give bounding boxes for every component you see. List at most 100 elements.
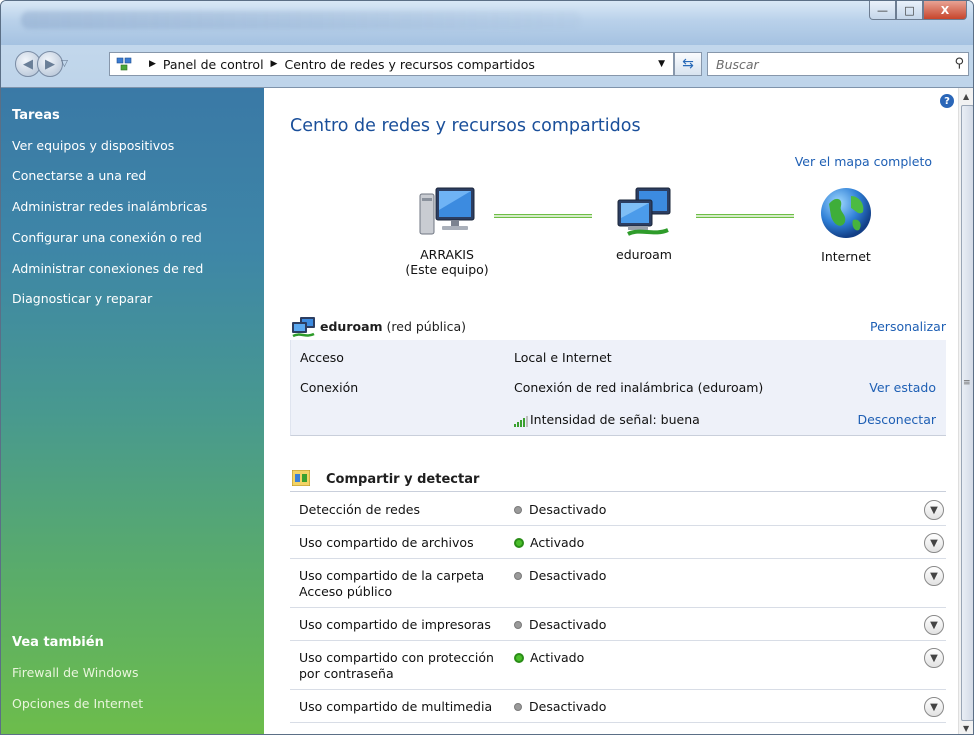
- access-value: Local e Internet: [514, 350, 612, 365]
- network-header: eduroam (red pública) Personalizar: [290, 314, 946, 340]
- help-icon[interactable]: ?: [940, 94, 954, 108]
- task-pane: Tareas Ver equipos y dispositivos Conect…: [1, 88, 264, 734]
- search-icon[interactable]: ⚲: [954, 56, 964, 71]
- chevron-down-icon: ▼: [930, 619, 938, 631]
- sharing-icon: [292, 470, 310, 486]
- main-panel: ? Centro de redes y recursos compartidos…: [264, 88, 958, 734]
- back-arrow-icon: ◀: [23, 56, 33, 72]
- disconnect-link[interactable]: Desconectar: [857, 412, 936, 427]
- title-bar-blur: [21, 11, 581, 29]
- sharing-row: Uso compartido con protección por contra…: [290, 644, 946, 690]
- address-dropdown-icon[interactable]: ▼: [658, 59, 665, 69]
- signal-strength-icon: [514, 416, 528, 427]
- status-on-icon: [514, 537, 524, 548]
- connection-value: Conexión de red inalámbrica (eduroam): [514, 380, 764, 395]
- tasks-heading: Tareas: [12, 108, 60, 123]
- connection-line: [696, 214, 794, 218]
- window-controls: — □ X: [869, 1, 967, 20]
- expand-button[interactable]: ▼: [924, 500, 944, 520]
- node-subtitle: (Este equipo): [405, 262, 489, 277]
- status-text: Activado: [530, 535, 585, 550]
- view-full-map-link[interactable]: Ver el mapa completo: [795, 154, 932, 169]
- node-internet[interactable]: Internet: [796, 186, 896, 264]
- sharing-row-status: Activado: [514, 650, 584, 665]
- sharing-row-label: Uso compartido con protección por contra…: [299, 650, 494, 681]
- view-status-link[interactable]: Ver estado: [869, 380, 936, 395]
- expand-button[interactable]: ▼: [924, 648, 944, 668]
- content-area: Tareas Ver equipos y dispositivos Conect…: [1, 87, 973, 734]
- sharing-heading: Compartir y detectar: [326, 472, 480, 487]
- chevron-down-icon: ▼: [930, 570, 938, 582]
- computer-icon: [419, 187, 475, 235]
- close-button[interactable]: X: [923, 1, 967, 20]
- search-placeholder: Buscar: [716, 56, 759, 72]
- task-setup-connection[interactable]: Configurar una conexión o red: [12, 230, 202, 245]
- status-text: Desactivado: [529, 502, 607, 517]
- sharing-row-status: Desactivado: [514, 699, 606, 714]
- status-off-icon: [514, 571, 522, 580]
- status-off-icon: [514, 620, 522, 629]
- title-bar[interactable]: — □ X: [1, 1, 973, 45]
- vertical-scrollbar[interactable]: ▲ ≡ ▼: [958, 88, 973, 734]
- sharing-row-status: Desactivado: [514, 568, 606, 583]
- chevron-down-icon: ▼: [930, 701, 938, 713]
- status-on-icon: [514, 652, 524, 663]
- breadcrumb-network-center[interactable]: Centro de redes y recursos compartidos: [284, 57, 534, 72]
- network-type: (red pública): [386, 319, 467, 334]
- sharing-row-label: Uso compartido de multimedia: [299, 699, 493, 714]
- expand-button[interactable]: ▼: [924, 566, 944, 586]
- sharing-row-status: Activado: [514, 535, 584, 550]
- node-this-computer[interactable]: ARRAKIS (Este equipo): [382, 186, 512, 277]
- minimize-button[interactable]: —: [869, 1, 896, 20]
- refresh-icon: ⇆: [682, 56, 694, 72]
- status-off-icon: [514, 505, 522, 514]
- sharing-section-header: Compartir y detectar: [290, 468, 946, 492]
- status-text: Desactivado: [529, 699, 607, 714]
- task-view-computers[interactable]: Ver equipos y dispositivos: [12, 138, 174, 153]
- address-bar[interactable]: ▶ Panel de control ▶ Centro de redes y r…: [109, 52, 674, 76]
- sharing-row-label: Uso compartido de la carpeta Acceso públ…: [299, 568, 485, 599]
- see-also-heading: Vea también: [12, 635, 104, 650]
- sharing-row: Detección de redes Desactivado ▼: [290, 496, 946, 526]
- expand-button[interactable]: ▼: [924, 697, 944, 717]
- link-windows-firewall[interactable]: Firewall de Windows: [12, 665, 139, 680]
- sharing-row: Uso compartido de multimedia Desactivado…: [290, 693, 946, 723]
- forward-button[interactable]: ▶: [37, 51, 63, 77]
- maximize-button[interactable]: □: [896, 1, 923, 20]
- breadcrumb-separator-icon: ▶: [149, 59, 156, 69]
- node-eduroam[interactable]: eduroam: [594, 186, 694, 262]
- link-internet-options[interactable]: Opciones de Internet: [12, 696, 143, 711]
- access-label: Acceso: [300, 350, 344, 365]
- scrollbar-thumb[interactable]: [961, 105, 973, 721]
- breadcrumb-separator-icon: ▶: [270, 59, 278, 69]
- task-manage-connections[interactable]: Administrar conexiones de red: [12, 261, 203, 276]
- scroll-down-icon[interactable]: ▼: [963, 724, 969, 733]
- status-text: Desactivado: [529, 568, 607, 583]
- network-details: Acceso Local e Internet Conexión Conexió…: [290, 340, 946, 436]
- scroll-up-icon[interactable]: ▲: [963, 92, 969, 101]
- sharing-row-label: Detección de redes: [299, 502, 420, 517]
- customize-link[interactable]: Personalizar: [870, 319, 946, 334]
- chevron-down-icon: ▽: [61, 59, 68, 69]
- window: — □ X ◀ ▶ ▽ ▶ Panel de control ▶ Centro …: [0, 0, 974, 735]
- breadcrumb-control-panel[interactable]: Panel de control: [163, 57, 264, 72]
- expand-button[interactable]: ▼: [924, 533, 944, 553]
- chevron-down-icon: ▼: [930, 652, 938, 664]
- network-center-icon: [116, 57, 132, 71]
- expand-button[interactable]: ▼: [924, 615, 944, 635]
- page-title: Centro de redes y recursos compartidos: [290, 116, 641, 136]
- task-diagnose-repair[interactable]: Diagnosticar y reparar: [12, 291, 152, 306]
- recent-pages-dropdown[interactable]: ▽: [61, 59, 68, 69]
- scrollbar-grip-icon: ≡: [963, 378, 971, 388]
- task-connect-network[interactable]: Conectarse a una red: [12, 168, 146, 183]
- task-manage-wireless[interactable]: Administrar redes inalámbricas: [12, 199, 207, 214]
- chevron-down-icon: ▼: [930, 537, 938, 549]
- node-name: Internet: [821, 249, 871, 264]
- refresh-button[interactable]: ⇆: [674, 52, 702, 76]
- sharing-row-label: Uso compartido de archivos: [299, 535, 474, 550]
- network-icon: [617, 187, 671, 236]
- status-text: Desactivado: [529, 617, 607, 632]
- network-name-line: eduroam (red pública): [320, 319, 466, 334]
- connection-line: [494, 214, 592, 218]
- search-input[interactable]: Buscar ⚲: [707, 52, 969, 76]
